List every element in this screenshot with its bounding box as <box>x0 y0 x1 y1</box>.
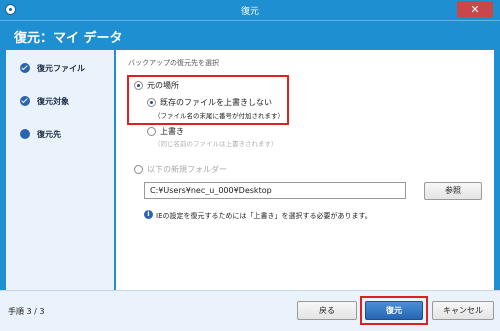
main-panel: バックアップの復元先を選択 元の場所 既存のファイルを上書きしない （ファイル名… <box>116 50 494 290</box>
check-icon <box>20 96 30 106</box>
sidebar-item-label: 復元ファイル <box>37 63 85 73</box>
restore-button[interactable]: 復元 <box>365 301 423 320</box>
sidebar-item-label: 復元対象 <box>37 96 69 106</box>
cancel-button[interactable]: キャンセル <box>432 301 494 320</box>
title-bar: 復元 ✕ <box>0 0 500 20</box>
overwrite-label: 上書き <box>160 127 184 136</box>
sidebar-item-restore-destination: 復元先 <box>20 127 61 141</box>
original-location-label: 元の場所 <box>147 81 179 90</box>
steps-sidebar: 復元ファイル 復元対象 復元先 <box>6 50 114 290</box>
current-step-icon <box>20 129 30 139</box>
back-button[interactable]: 戻る <box>297 301 357 320</box>
sidebar-item-label: 復元先 <box>37 129 61 139</box>
new-folder-label: 以下の新規フォルダー <box>147 165 227 174</box>
window-title: 復元 <box>240 7 259 17</box>
radio-no-overwrite[interactable] <box>147 98 156 107</box>
folder-path-input[interactable] <box>144 182 406 199</box>
footer-bar: 手順 3 / 3 戻る 復元 キャンセル <box>0 290 500 331</box>
sidebar-item-restore-files: 復元ファイル <box>20 61 85 75</box>
no-overwrite-label: 既存のファイルを上書きしない <box>160 98 272 107</box>
sidebar-item-restore-target: 復元対象 <box>20 94 69 108</box>
radio-new-folder[interactable] <box>134 165 143 174</box>
close-button[interactable]: ✕ <box>457 1 493 18</box>
no-overwrite-note: （ファイル名の末尾に番号が付加されます） <box>154 112 284 120</box>
step-indicator: 手順 3 / 3 <box>8 307 45 316</box>
radio-overwrite[interactable] <box>147 127 156 136</box>
info-text: IEの設定を復元するためには「上書き」を選択する必要があります。 <box>156 212 372 220</box>
restore-window: 復元 ✕ 復元：マイ データ 復元ファイル 復元対象 復元先 バックアップの復元… <box>0 0 500 331</box>
info-icon: i <box>144 210 153 219</box>
check-icon <box>20 63 30 73</box>
page-header: 復元：マイ データ <box>0 20 500 49</box>
radio-original-location[interactable] <box>134 81 143 90</box>
overwrite-note: （同じ名前のファイルは上書きされます） <box>154 140 278 148</box>
browse-button[interactable]: 参照 <box>424 182 482 200</box>
page-title: 復元：マイ データ <box>14 31 123 46</box>
section-label: バックアップの復元先を選択 <box>128 59 219 67</box>
